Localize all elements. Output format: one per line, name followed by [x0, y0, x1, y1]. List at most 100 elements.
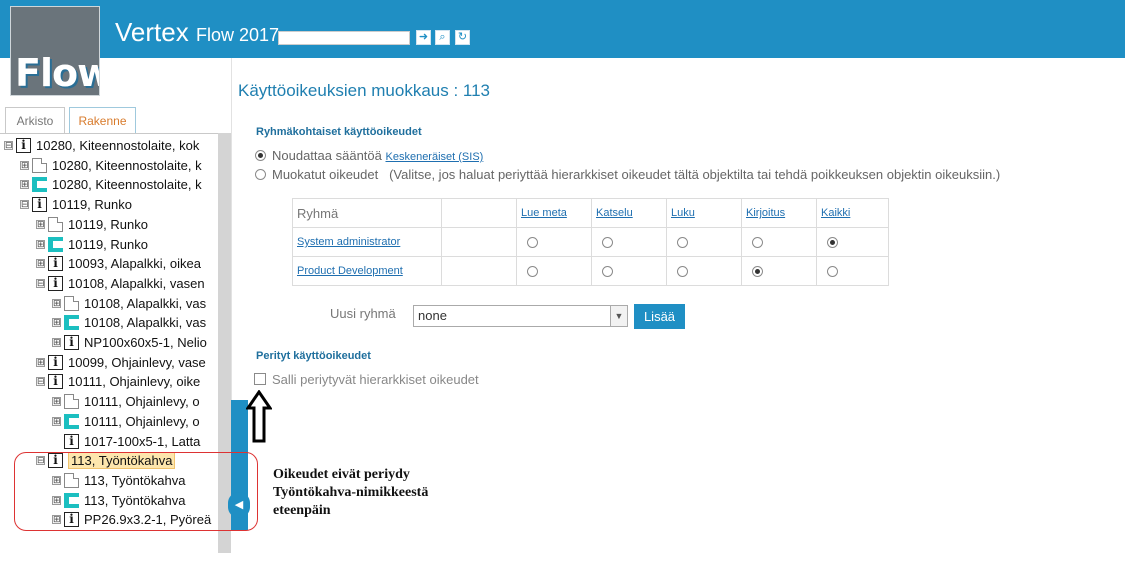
blank-cell — [441, 227, 517, 257]
perm-radio[interactable] — [527, 237, 538, 248]
flow-logo[interactable]: Flow — [10, 6, 100, 96]
logo-text: Flow — [15, 51, 99, 95]
tree-item[interactable]: ⊞ 10280, Kiteennostolaite, k — [20, 174, 202, 193]
tree-item-label: 10099, Ohjainlevy, vase — [68, 354, 206, 370]
highlight-circle — [14, 452, 258, 531]
perm-radio-selected[interactable] — [752, 266, 763, 277]
go-icon[interactable]: ➜ — [416, 30, 431, 45]
expand-icon[interactable]: ⊞ — [20, 180, 29, 190]
expand-icon[interactable]: ⊞ — [36, 219, 45, 229]
tree-item[interactable]: ⊞ 10280, Kiteennostolaite, k — [20, 155, 202, 174]
tree-item-label: 10111, Ohjainlevy, o — [84, 394, 200, 410]
app-title: Vertex Flow 2017 — [115, 17, 279, 48]
custom-rights-hint: (Valitse, jos haluat periyttää hierarkki… — [389, 167, 1001, 182]
item-info-icon: i — [48, 374, 63, 390]
col-header-kirjoitus[interactable]: Kirjoitus — [746, 207, 785, 219]
new-group-select[interactable]: none ▼ — [413, 305, 628, 327]
expand-icon[interactable]: ⊞ — [20, 160, 29, 170]
search-input[interactable] — [278, 31, 410, 45]
expand-icon[interactable]: ⊞ — [36, 239, 45, 249]
perm-radio[interactable] — [527, 266, 538, 277]
tree-item-label: 10280, Kiteennostolaite, k — [52, 157, 202, 173]
search-icon[interactable]: ⌕ — [435, 30, 450, 45]
tree-item-label: 10119, Runko — [68, 216, 148, 232]
group-link-system-administrator[interactable]: System administrator — [297, 236, 400, 248]
inherit-rule-radio[interactable] — [255, 150, 266, 161]
tree-item-label: 10111, Ohjainlevy, o — [84, 413, 200, 429]
tree-item[interactable]: ⊞ 10108, Alapalkki, vas — [52, 312, 206, 331]
expand-icon[interactable]: ⊞ — [52, 318, 61, 328]
annotation-line-2: Työntökahva-nimikkeestä — [273, 485, 429, 500]
document-icon — [64, 295, 79, 311]
inherited-rights-heading: Perityt käyttöoikeudet — [256, 350, 371, 362]
collapse-icon[interactable]: ⊟ — [4, 141, 13, 151]
tree-item-label: 10093, Alapalkki, oikea — [68, 256, 201, 272]
document-icon — [32, 157, 47, 173]
table-row: Product Development — [292, 256, 889, 286]
col-header-lue-meta[interactable]: Lue meta — [521, 207, 567, 219]
tree-item-label: 1017-100x5-1, Latta — [84, 433, 201, 449]
item-info-icon: i — [64, 433, 79, 449]
expand-icon[interactable]: ⊞ — [36, 357, 45, 367]
tree-item-label: 10111, Ohjainlevy, oike — [68, 374, 201, 390]
tree-item[interactable]: ⊟ i 10280, Kiteennostolaite, kok — [4, 135, 199, 154]
refresh-icon[interactable]: ↻ — [455, 30, 470, 45]
item-info-icon: i — [48, 275, 63, 291]
inherit-rule-text: Noudattaa sääntöä — [272, 148, 382, 163]
tree-item[interactable]: ⊞ 10108, Alapalkki, vas — [52, 293, 206, 312]
app-title-product: Flow 2017 — [195, 25, 280, 45]
allow-inherited-label: Salli periytyvät hierarkkiset oikeudet — [272, 372, 479, 387]
group-link-product-development[interactable]: Product Development — [297, 265, 403, 277]
expand-icon[interactable]: ⊞ — [52, 298, 61, 308]
app-title-brand: Vertex — [115, 17, 189, 47]
custom-rights-radio[interactable] — [255, 169, 266, 180]
col-header-luku[interactable]: Luku — [671, 207, 695, 219]
collapse-icon[interactable]: ⊟ — [36, 377, 45, 387]
perm-radio[interactable] — [752, 237, 763, 248]
tree-item[interactable]: ⊞ i NP100x60x5-1, Nelio — [52, 332, 207, 351]
tree-item-label: 10119, Runko — [68, 236, 148, 252]
custom-rights-text: Muokatut oikeudet — [272, 167, 379, 182]
rule-link[interactable]: Keskeneräiset (SIS) — [386, 151, 484, 163]
annotation-text: Oikeudet eivät periydy Työntökahva-nimik… — [273, 466, 428, 520]
tree-item[interactable]: i 1017-100x5-1, Latta — [52, 431, 200, 450]
collapse-icon[interactable]: ⊟ — [36, 278, 45, 288]
perm-radio-selected[interactable] — [827, 237, 838, 248]
perm-radio[interactable] — [827, 266, 838, 277]
col-header-katselu[interactable]: Katselu — [596, 207, 633, 219]
tab-arkisto[interactable]: Arkisto — [5, 107, 65, 133]
tree-item[interactable]: ⊞ 10111, Ohjainlevy, o — [52, 391, 200, 410]
tree-item[interactable]: ⊞ i 10099, Ohjainlevy, vase — [36, 352, 206, 371]
tree-item-label: 10280, Kiteennostolaite, k — [52, 177, 202, 193]
tree-item[interactable]: ⊟ i 10119, Runko — [20, 194, 132, 213]
tree-item[interactable]: ⊞ 10119, Runko — [36, 234, 148, 253]
item-info-icon: i — [64, 335, 79, 351]
panel-divider — [231, 58, 232, 400]
tree-item[interactable]: ⊟ i 10108, Alapalkki, vasen — [36, 273, 205, 292]
tree-item[interactable]: ⊞ 10111, Ohjainlevy, o — [52, 411, 200, 430]
allow-inherited-checkbox[interactable] — [254, 373, 266, 385]
tree-item[interactable]: ⊞ 10119, Runko — [36, 214, 148, 233]
tab-rakenne[interactable]: Rakenne — [69, 107, 136, 133]
tree-item-label: 10108, Alapalkki, vasen — [68, 275, 205, 291]
new-group-label: Uusi ryhmä — [330, 306, 396, 321]
annotation-line-3: eteenpäin — [273, 503, 331, 518]
group-column-header: Ryhmä — [292, 198, 442, 228]
tree-item-label: NP100x60x5-1, Nelio — [84, 335, 207, 351]
chevron-down-icon[interactable]: ▼ — [610, 306, 627, 326]
perm-radio[interactable] — [677, 266, 688, 277]
expand-icon[interactable]: ⊞ — [52, 416, 61, 426]
perm-radio[interactable] — [602, 266, 613, 277]
perm-radio[interactable] — [602, 237, 613, 248]
table-row: System administrator — [292, 227, 889, 257]
tree-item[interactable]: ⊞ i 10093, Alapalkki, oikea — [36, 253, 201, 272]
expand-icon[interactable]: ⊞ — [36, 259, 45, 269]
collapse-icon[interactable]: ⊟ — [20, 200, 29, 210]
page-title: Käyttöoikeuksien muokkaus : 113 — [238, 81, 490, 100]
tree-item[interactable]: ⊟ i 10111, Ohjainlevy, oike — [36, 371, 200, 390]
col-header-kaikki[interactable]: Kaikki — [821, 207, 850, 219]
expand-icon[interactable]: ⊞ — [52, 397, 61, 407]
perm-radio[interactable] — [677, 237, 688, 248]
expand-icon[interactable]: ⊞ — [52, 338, 61, 348]
add-group-button[interactable]: Lisää — [634, 304, 685, 329]
